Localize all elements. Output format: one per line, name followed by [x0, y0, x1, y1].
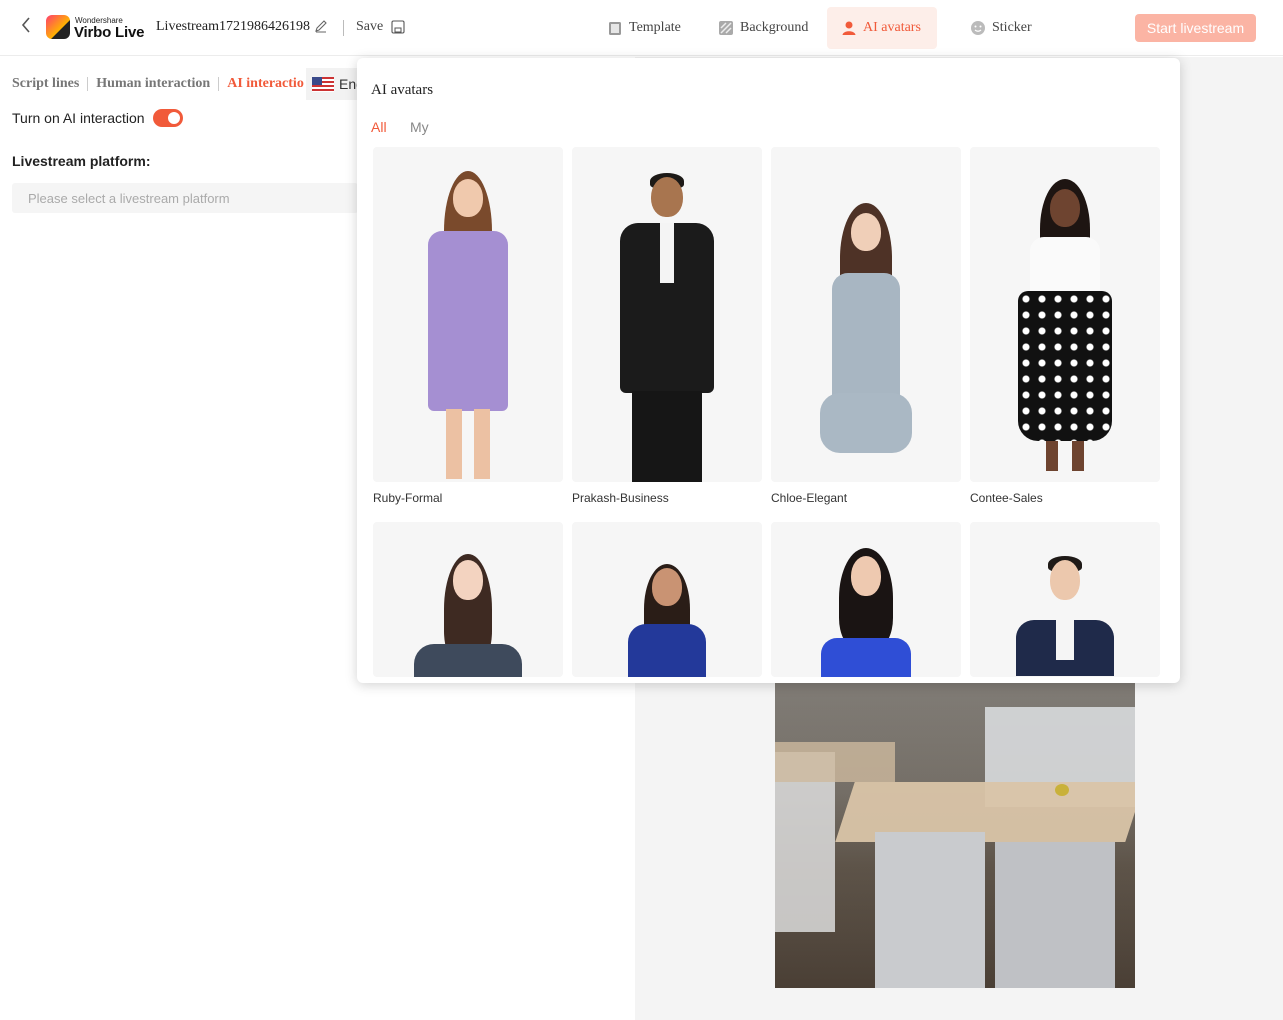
avatar-thumbnail — [572, 147, 762, 482]
platform-select[interactable] — [12, 183, 358, 213]
nav-background[interactable]: Background — [704, 7, 822, 49]
avatar-thumbnail — [572, 522, 762, 677]
avatar-name: Chloe-Elegant — [771, 491, 848, 505]
avatar-card[interactable]: Prakash-Business — [572, 147, 762, 505]
top-bar: Wondershare Virbo Live Livestream1721986… — [0, 0, 1283, 56]
avatar-thumbnail — [970, 522, 1160, 677]
ai-interaction-toggle[interactable] — [153, 109, 183, 127]
background-icon — [718, 20, 734, 36]
avatar-card[interactable]: Contee-Sales — [970, 147, 1160, 505]
nav-sticker-label: Sticker — [992, 20, 1032, 35]
avatar-card[interactable] — [771, 522, 961, 683]
brand-name: Virbo Live — [74, 24, 145, 41]
nav-template-label: Template — [629, 20, 681, 35]
popover-title: AI avatars — [371, 82, 434, 98]
avatar-card[interactable]: Chloe-Elegant — [771, 147, 961, 505]
avatar-thumbnail — [771, 147, 961, 482]
platform-label: Livestream platform: — [12, 153, 151, 169]
tab-script-lines[interactable]: Script lines — [12, 76, 79, 92]
avatar-thumbnail — [970, 147, 1160, 482]
tab-separator — [218, 77, 220, 91]
chevron-left-icon[interactable] — [20, 16, 36, 36]
nav-background-label: Background — [740, 20, 809, 35]
avatar-card[interactable] — [572, 522, 762, 683]
sticker-icon — [970, 20, 986, 36]
template-icon — [607, 20, 623, 36]
avatar-thumbnail — [373, 147, 563, 482]
ai-avatars-popover: AI avatars All My Ruby-Formal Prakash-Bu… — [357, 58, 1180, 683]
pencil-edit-icon[interactable] — [314, 19, 328, 33]
avatar-thumbnail — [373, 522, 563, 677]
nav-template[interactable]: Template — [593, 7, 695, 49]
avatar-thumbnail — [771, 522, 961, 677]
start-livestream-button[interactable]: Start livestream — [1135, 14, 1256, 42]
tab-my[interactable]: My — [410, 119, 429, 135]
avatar-icon — [841, 20, 857, 36]
nav-ai-avatars-label: AI avatars — [863, 20, 921, 35]
divider — [343, 20, 344, 36]
ai-interaction-toggle-label: Turn on AI interaction — [12, 110, 145, 126]
virbo-logo-icon — [46, 15, 70, 39]
save-icon[interactable] — [391, 20, 405, 34]
nav-ai-avatars[interactable]: AI avatars — [827, 7, 937, 49]
avatar-card[interactable] — [373, 522, 563, 683]
us-flag-icon — [312, 76, 334, 92]
avatar-name: Contee-Sales — [970, 491, 1043, 505]
avatar-card[interactable]: Ruby-Formal — [373, 147, 563, 505]
avatar-name: Prakash-Business — [572, 491, 669, 505]
tab-all[interactable]: All — [371, 119, 387, 135]
avatar-card[interactable] — [970, 522, 1160, 683]
project-title[interactable]: Livestream1721986426198 — [156, 19, 310, 35]
background-preview-image — [775, 682, 1135, 988]
tab-human-interaction[interactable]: Human interaction — [96, 76, 210, 92]
nav-sticker[interactable]: Sticker — [956, 7, 1046, 49]
tab-separator — [87, 77, 89, 91]
script-tabs: Script lines Human interaction AI intera… — [12, 74, 304, 94]
avatar-name: Ruby-Formal — [373, 491, 443, 505]
tab-ai-interaction[interactable]: AI interactio — [227, 76, 304, 92]
save-button[interactable]: Save — [356, 19, 383, 35]
